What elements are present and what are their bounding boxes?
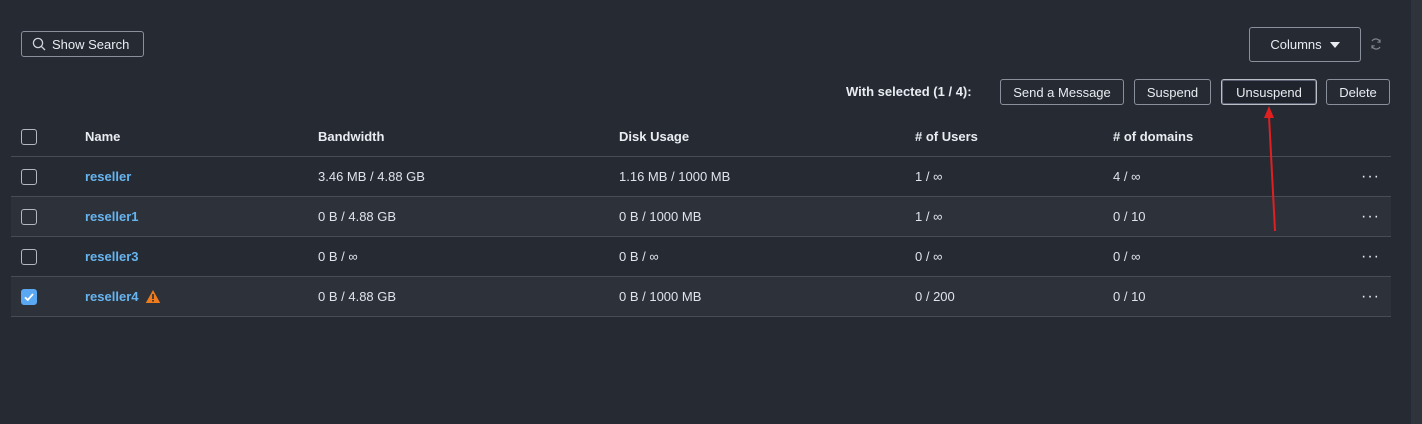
row-checkbox-checked[interactable] xyxy=(21,288,37,305)
name-cell: reseller1 xyxy=(85,197,139,236)
users-cell: 1 / ∞ xyxy=(915,209,943,224)
unsuspend-label: Unsuspend xyxy=(1236,84,1302,100)
header-name[interactable]: Name xyxy=(85,117,120,156)
users-cell: 0 / ∞ xyxy=(915,249,943,264)
select-all-cell xyxy=(21,117,37,156)
more-horizontal-icon[interactable]: ··· xyxy=(1361,197,1380,236)
row-checkbox[interactable] xyxy=(21,208,37,225)
disk-usage-cell: 0 B / 1000 MB xyxy=(619,209,702,224)
row-select-cell xyxy=(21,237,37,276)
table-header-row: Name Bandwidth Disk Usage # of Users # o… xyxy=(11,117,1391,157)
table-row: reseller3 0 B / ∞ 0 B / ∞ 0 / ∞ 0 / ∞ ··… xyxy=(11,237,1391,277)
disk-usage-cell: 0 B / ∞ xyxy=(619,249,659,264)
unsuspend-button[interactable]: Unsuspend xyxy=(1221,79,1317,105)
row-select-cell xyxy=(21,157,37,196)
name-cell: reseller4 xyxy=(85,277,161,316)
select-all-checkbox[interactable] xyxy=(21,128,37,145)
table-row: reseller 3.46 MB / 4.88 GB 1.16 MB / 100… xyxy=(11,157,1391,197)
refresh-icon[interactable] xyxy=(1369,37,1383,51)
send-message-button[interactable]: Send a Message xyxy=(1000,79,1124,105)
caret-down-icon xyxy=(1329,41,1340,48)
with-selected-label: With selected (1 / 4): xyxy=(846,84,972,99)
show-search-button[interactable]: Show Search xyxy=(21,31,144,57)
name-cell: reseller3 xyxy=(85,237,139,276)
header-domains[interactable]: # of domains xyxy=(1113,117,1193,156)
domains-cell: 0 / 10 xyxy=(1113,209,1146,224)
search-icon xyxy=(32,37,46,51)
show-search-label: Show Search xyxy=(52,36,130,52)
suspend-label: Suspend xyxy=(1146,84,1199,100)
bandwidth-cell: 0 B / 4.88 GB xyxy=(318,209,397,224)
users-cell: 1 / ∞ xyxy=(915,169,943,184)
row-select-cell xyxy=(21,277,37,316)
columns-dropdown-button[interactable]: Columns xyxy=(1249,27,1361,62)
resellers-table: Name Bandwidth Disk Usage # of Users # o… xyxy=(11,117,1391,317)
bandwidth-cell: 3.46 MB / 4.88 GB xyxy=(318,169,425,184)
columns-label: Columns xyxy=(1270,37,1322,52)
disk-usage-cell: 1.16 MB / 1000 MB xyxy=(619,169,731,184)
table-row: reseller4 0 B / 4.88 GB 0 B / 1000 MB 0 … xyxy=(11,277,1391,317)
reseller-name-link[interactable]: reseller3 xyxy=(85,249,139,264)
suspend-button[interactable]: Suspend xyxy=(1134,79,1211,105)
delete-button[interactable]: Delete xyxy=(1326,79,1390,105)
header-disk-usage[interactable]: Disk Usage xyxy=(619,117,689,156)
delete-label: Delete xyxy=(1339,84,1377,100)
send-message-label: Send a Message xyxy=(1013,84,1111,100)
reseller-name-link[interactable]: reseller1 xyxy=(85,209,139,224)
disk-usage-cell: 0 B / 1000 MB xyxy=(619,289,702,304)
table-row: reseller1 0 B / 4.88 GB 0 B / 1000 MB 1 … xyxy=(11,197,1391,237)
reseller-name-link[interactable]: reseller xyxy=(85,169,131,184)
more-horizontal-icon[interactable]: ··· xyxy=(1361,277,1380,316)
header-bandwidth[interactable]: Bandwidth xyxy=(318,117,384,156)
domains-cell: 0 / ∞ xyxy=(1113,249,1141,264)
header-users[interactable]: # of Users xyxy=(915,117,978,156)
row-checkbox[interactable] xyxy=(21,168,37,185)
more-horizontal-icon[interactable]: ··· xyxy=(1361,237,1380,276)
warning-icon xyxy=(145,289,161,304)
name-cell: reseller xyxy=(85,157,131,196)
scrollbar-track[interactable] xyxy=(1411,0,1422,424)
checkmark-icon xyxy=(24,292,34,301)
bandwidth-cell: 0 B / 4.88 GB xyxy=(318,289,397,304)
domains-cell: 4 / ∞ xyxy=(1113,169,1141,184)
row-select-cell xyxy=(21,197,37,236)
row-checkbox[interactable] xyxy=(21,248,37,265)
reseller-name-link[interactable]: reseller4 xyxy=(85,289,139,304)
users-cell: 0 / 200 xyxy=(915,289,955,304)
more-horizontal-icon[interactable]: ··· xyxy=(1361,157,1380,196)
bandwidth-cell: 0 B / ∞ xyxy=(318,249,358,264)
domains-cell: 0 / 10 xyxy=(1113,289,1146,304)
